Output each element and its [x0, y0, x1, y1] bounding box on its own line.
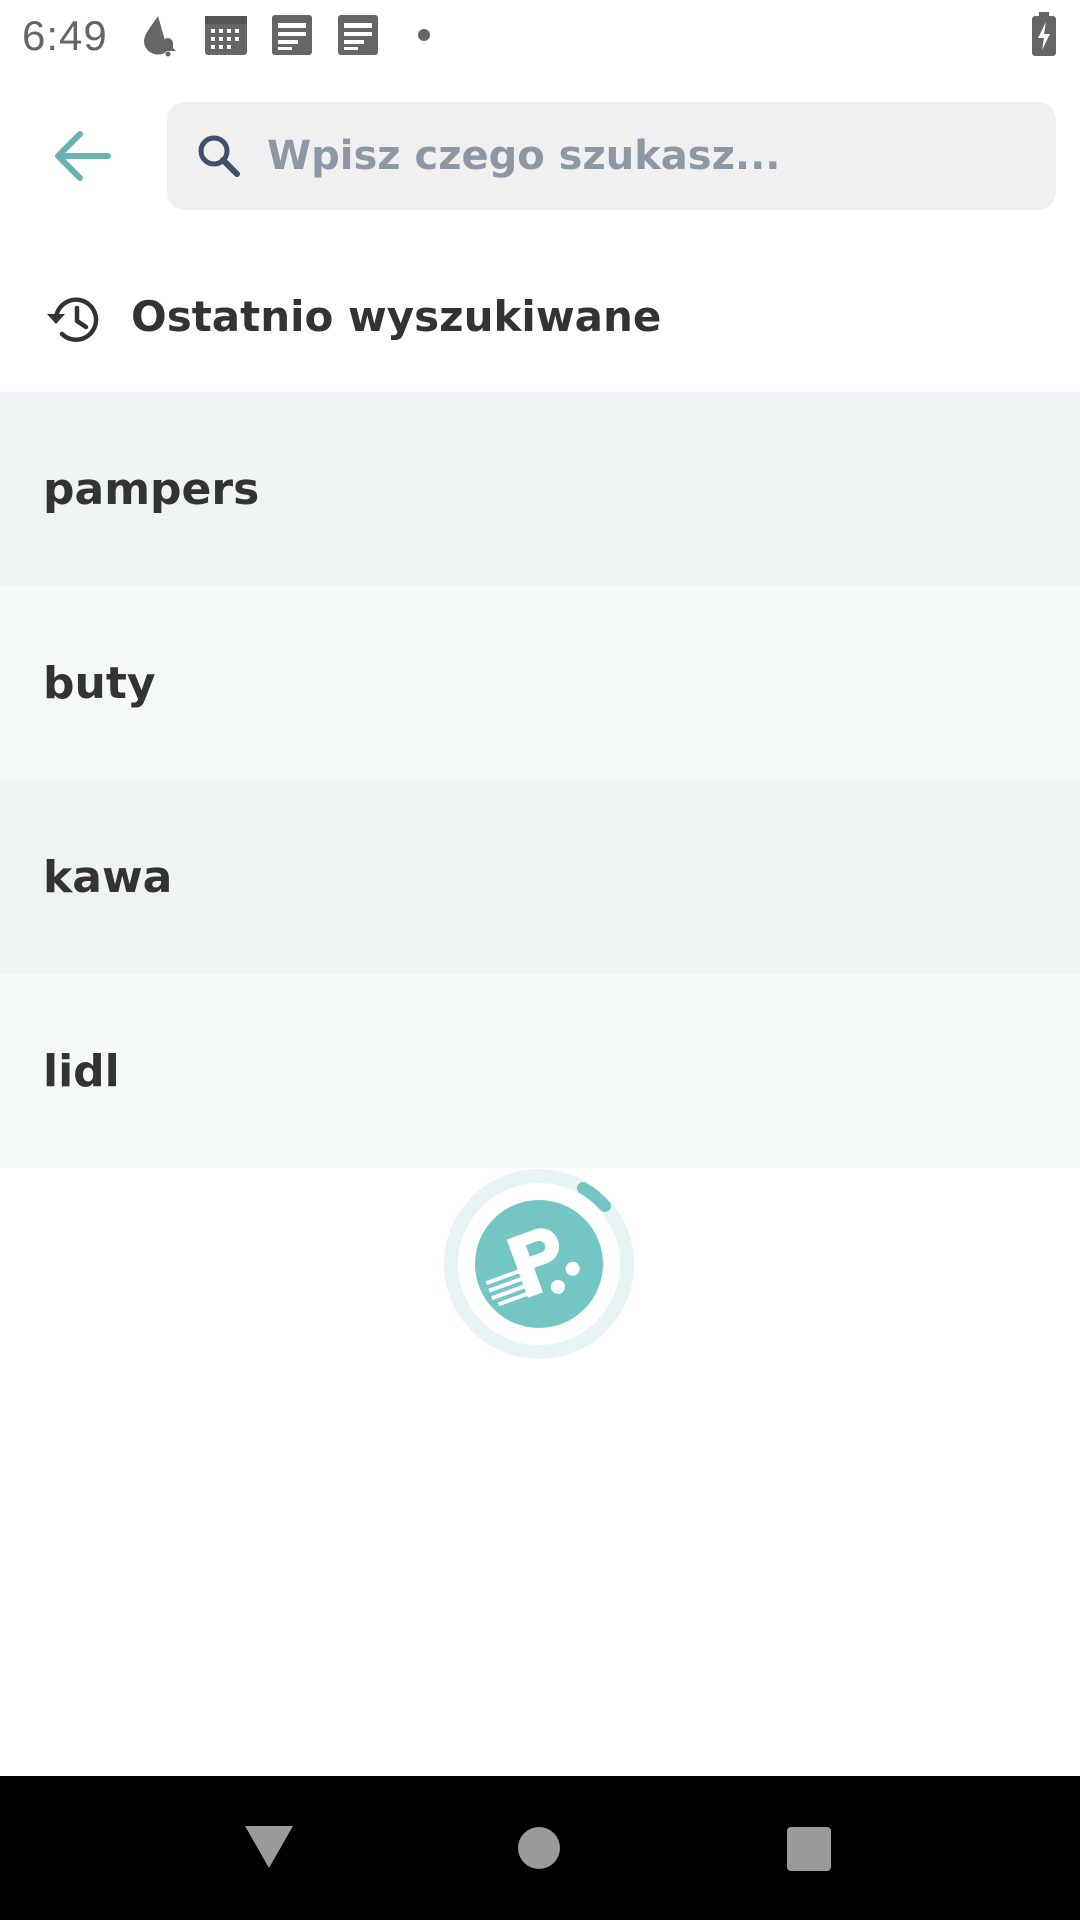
status-time: 6:49: [22, 12, 108, 59]
recent-item-label: pampers: [43, 463, 260, 515]
recent-item-kawa[interactable]: kawa: [0, 780, 1080, 974]
news-icon: [337, 14, 379, 56]
calendar-icon: [204, 14, 248, 56]
recent-item-lidl[interactable]: lidl: [0, 974, 1080, 1168]
dot-icon: [417, 28, 431, 42]
history-icon: [44, 290, 104, 355]
recent-item-label: buty: [43, 657, 156, 709]
news-icon: [271, 14, 313, 56]
recent-item-label: lidl: [43, 1045, 120, 1097]
search-icon: [195, 132, 243, 185]
search-bar-row: [0, 100, 1080, 212]
navigation-bar: [0, 1776, 1080, 1920]
app-logo-icon: [475, 1200, 603, 1328]
back-triangle-icon[interactable]: [243, 1824, 295, 1875]
recents-square-icon[interactable]: [786, 1826, 832, 1877]
back-button[interactable]: [50, 128, 114, 184]
arrow-left-icon: [55, 131, 111, 181]
recent-item-buty[interactable]: buty: [0, 586, 1080, 780]
recent-item-pampers[interactable]: pampers: [0, 392, 1080, 586]
battery-charging-icon: [1030, 12, 1058, 56]
recent-item-label: kawa: [43, 851, 173, 903]
recent-searches-title: Ostatnio wyszukiwane: [131, 292, 662, 341]
home-circle-icon[interactable]: [517, 1826, 561, 1875]
recent-searches-list: pampers buty kawa lidl: [0, 392, 1080, 1168]
drop-bell-icon: [140, 14, 180, 58]
search-input[interactable]: [267, 102, 1027, 210]
status-bar: 6:49: [0, 0, 1080, 72]
recent-searches-header: Ostatnio wyszukiwane: [0, 280, 1080, 360]
search-box[interactable]: [167, 102, 1056, 210]
loading-spinner: [443, 1168, 635, 1360]
